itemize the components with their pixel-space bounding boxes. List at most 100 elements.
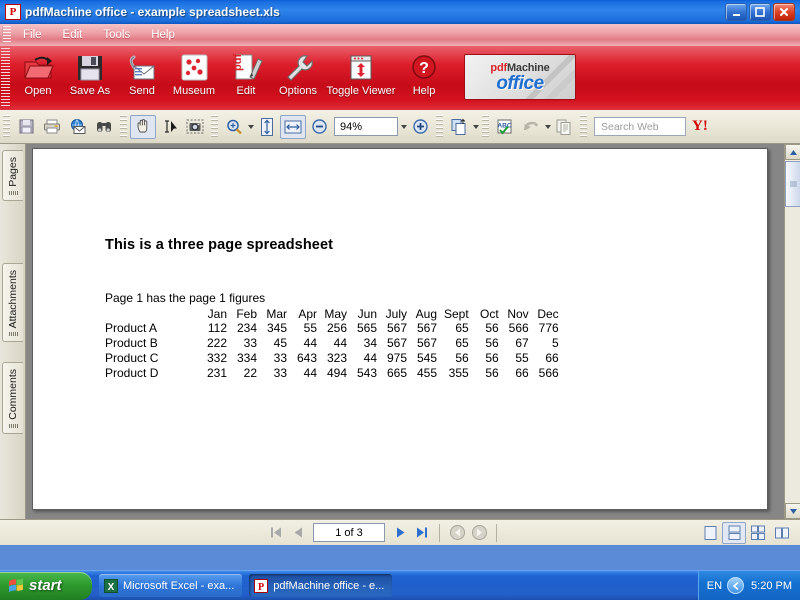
row-label: Product A bbox=[105, 321, 197, 336]
status-divider bbox=[439, 524, 440, 542]
scroll-up-button[interactable] bbox=[785, 144, 800, 160]
toolbar-label: Museum bbox=[173, 85, 215, 97]
cell: 567 bbox=[407, 336, 437, 351]
column-header: Jan bbox=[197, 307, 227, 321]
print-button[interactable] bbox=[39, 115, 65, 139]
search-button[interactable] bbox=[91, 115, 117, 139]
search-web-input[interactable]: Search Web bbox=[594, 117, 686, 136]
minimize-button[interactable] bbox=[725, 3, 747, 21]
column-header: Nov bbox=[499, 307, 529, 321]
page-number-input[interactable]: 1 of 3 bbox=[313, 523, 385, 542]
cell: 66 bbox=[529, 351, 559, 366]
toolbar-label: Help bbox=[413, 85, 436, 97]
taskbar-item-label: pdfMachine office - e... bbox=[273, 580, 384, 592]
taskbar: start X Microsoft Excel - exa... P pdfMa… bbox=[0, 570, 800, 600]
copy-pages-button[interactable] bbox=[551, 115, 577, 139]
email-button[interactable] bbox=[65, 115, 91, 139]
continuous-facing-button[interactable] bbox=[770, 522, 794, 544]
toolbar-grip[interactable] bbox=[1, 48, 10, 108]
spellcheck-button[interactable]: ABC bbox=[492, 115, 518, 139]
next-page-button[interactable] bbox=[389, 523, 411, 543]
toolbar-button-museum[interactable]: Museum bbox=[168, 46, 220, 97]
last-page-button[interactable] bbox=[411, 523, 433, 543]
cell: 345 bbox=[257, 321, 287, 336]
reader-toolbar-grip-4[interactable] bbox=[436, 115, 443, 139]
fit-width-button[interactable] bbox=[280, 115, 306, 139]
zoom-tool-button[interactable] bbox=[221, 115, 247, 139]
language-indicator[interactable]: EN bbox=[707, 580, 722, 592]
copy-file-button[interactable] bbox=[446, 115, 472, 139]
excel-icon: X bbox=[104, 579, 118, 593]
menu-item-edit[interactable]: Edit bbox=[54, 27, 92, 43]
zoom-level-input[interactable]: 94% bbox=[334, 117, 398, 136]
continuous-button[interactable] bbox=[722, 522, 746, 544]
toolbar-button-send[interactable]: Send bbox=[116, 46, 168, 97]
pdfmachine-office-logo[interactable]: pdfMachine office bbox=[464, 54, 576, 100]
logo-office-text: office bbox=[496, 74, 543, 93]
select-tool-button[interactable] bbox=[156, 115, 182, 139]
reader-toolbar-grip-2[interactable] bbox=[120, 115, 127, 139]
menu-item-help[interactable]: Help bbox=[142, 27, 184, 43]
reader-toolbar-grip-6[interactable] bbox=[580, 115, 587, 139]
zoom-out-button[interactable] bbox=[306, 115, 332, 139]
go-back-button[interactable] bbox=[446, 523, 468, 543]
toolbar-button-toggle-viewer[interactable]: Toggle Viewer bbox=[324, 46, 398, 97]
hand-tool-button[interactable] bbox=[130, 115, 156, 139]
reader-toolbar-grip-3[interactable] bbox=[211, 115, 218, 139]
close-button[interactable] bbox=[773, 3, 795, 21]
fit-page-button[interactable] bbox=[254, 115, 280, 139]
taskbar-item-label: Microsoft Excel - exa... bbox=[123, 580, 234, 592]
scrollbar-track[interactable] bbox=[785, 207, 800, 502]
first-page-button[interactable] bbox=[265, 523, 287, 543]
start-button[interactable]: start bbox=[0, 572, 92, 600]
cell: 543 bbox=[347, 366, 377, 381]
page-area[interactable]: This is a three page spreadsheet Page 1 … bbox=[26, 144, 784, 519]
maximize-button[interactable] bbox=[749, 3, 771, 21]
reader-toolbar-grip-5[interactable] bbox=[482, 115, 489, 139]
svg-text:P: P bbox=[258, 582, 264, 593]
zoom-in-button[interactable] bbox=[407, 115, 433, 139]
taskbar-item-excel[interactable]: X Microsoft Excel - exa... bbox=[99, 574, 242, 597]
menu-item-tools[interactable]: Tools bbox=[94, 27, 139, 43]
cell: 323 bbox=[317, 351, 347, 366]
toolbar-button-options[interactable]: Options bbox=[272, 46, 324, 97]
go-forward-button[interactable] bbox=[468, 523, 490, 543]
toolbar-label: Edit bbox=[237, 85, 256, 97]
previous-page-button[interactable] bbox=[287, 523, 309, 543]
copy-file-dropdown-caret[interactable] bbox=[473, 125, 479, 129]
document-viewer: Pages Attachments Comments This is a thr… bbox=[0, 144, 800, 519]
facing-button[interactable] bbox=[746, 522, 770, 544]
toolbar-button-save-as[interactable]: Save As bbox=[64, 46, 116, 97]
reader-toolbar-grip[interactable] bbox=[3, 115, 10, 139]
wrench-icon bbox=[281, 51, 315, 83]
toolbar-button-edit[interactable]: pdf Edit bbox=[220, 46, 272, 97]
scrollbar-thumb[interactable] bbox=[785, 161, 800, 207]
yahoo-logo[interactable]: Y! bbox=[692, 118, 708, 135]
single-page-button[interactable] bbox=[698, 522, 722, 544]
nav-tab-comments[interactable]: Comments bbox=[2, 362, 23, 434]
svg-text:pdf: pdf bbox=[232, 54, 244, 71]
toolbar-button-open[interactable]: Open bbox=[12, 46, 64, 97]
cell: 65 bbox=[437, 336, 469, 351]
cell: 45 bbox=[257, 336, 287, 351]
chevron-left-icon[interactable] bbox=[727, 577, 744, 594]
snapshot-tool-button[interactable] bbox=[182, 115, 208, 139]
search-web-placeholder: Search Web bbox=[601, 121, 659, 133]
nav-tab-attachments[interactable]: Attachments bbox=[2, 263, 23, 342]
save-copy-button[interactable] bbox=[13, 115, 39, 139]
toolbar-button-help[interactable]: ? Help bbox=[398, 46, 450, 97]
reader-toolbar: 94% ABC Search Web Y! bbox=[0, 110, 800, 144]
scroll-down-button[interactable] bbox=[785, 503, 800, 519]
vertical-scrollbar[interactable] bbox=[784, 144, 800, 519]
cell: 55 bbox=[499, 351, 529, 366]
table-corner-cell bbox=[105, 307, 197, 321]
cell: 44 bbox=[287, 336, 317, 351]
main-toolbar: Open Save As bbox=[0, 46, 800, 110]
cell: 332 bbox=[197, 351, 227, 366]
cell: 494 bbox=[317, 366, 347, 381]
menu-grip[interactable] bbox=[2, 26, 11, 44]
nav-tab-pages[interactable]: Pages bbox=[2, 150, 23, 201]
taskbar-item-pdfmachine[interactable]: P pdfMachine office - e... bbox=[249, 574, 392, 597]
menu-item-file[interactable]: File bbox=[14, 27, 51, 43]
undo-button[interactable] bbox=[518, 115, 544, 139]
